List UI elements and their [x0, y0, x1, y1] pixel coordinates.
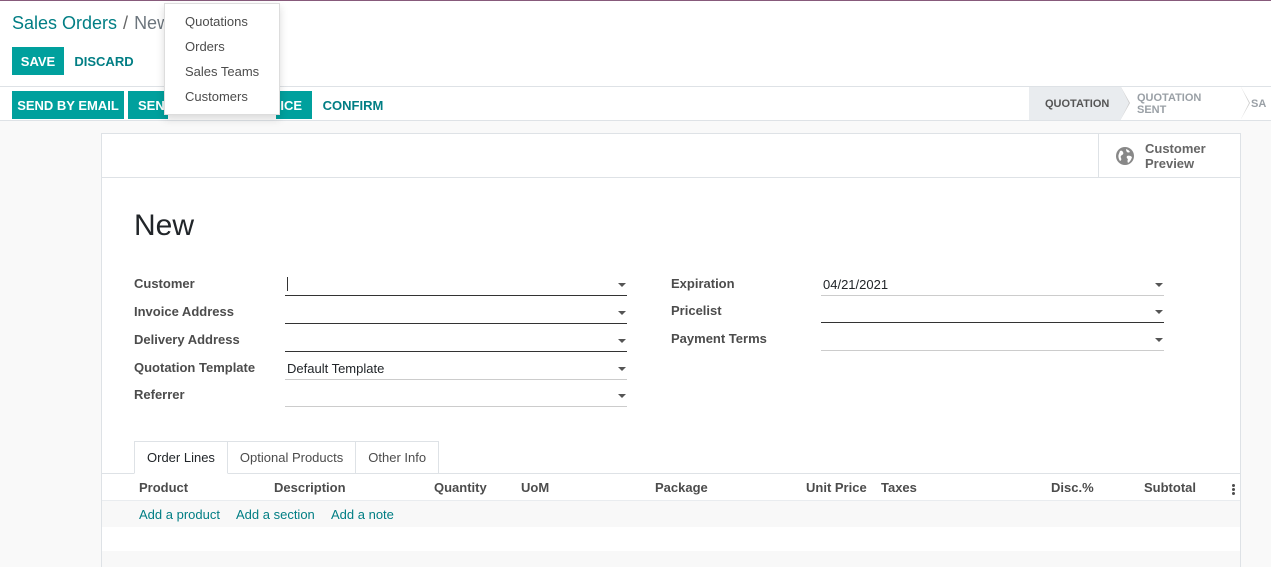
- globe-icon: [1116, 147, 1134, 165]
- expiration-value: 04/21/2021: [823, 277, 889, 292]
- chevron-down-icon[interactable]: [618, 282, 626, 287]
- stage-quotation-sent[interactable]: QUOTATION SENT: [1121, 87, 1250, 120]
- quotation-template-value: Default Template: [287, 361, 385, 376]
- invoice-address-field[interactable]: [285, 302, 627, 324]
- empty-row: [102, 527, 1240, 551]
- col-description[interactable]: Description: [274, 480, 346, 495]
- breadcrumb-sales-orders[interactable]: Sales Orders: [12, 13, 117, 33]
- button-box: Customer Preview: [102, 134, 1240, 178]
- col-package[interactable]: Package: [655, 480, 708, 495]
- text-cursor: [287, 277, 288, 291]
- chevron-down-icon[interactable]: [1155, 309, 1163, 314]
- chevron-down-icon[interactable]: [1155, 337, 1163, 342]
- label-referrer: Referrer: [134, 387, 185, 402]
- add-line-row: Add a product Add a section Add a note: [102, 501, 1240, 527]
- stage-sales-order-label: SA: [1251, 97, 1267, 110]
- menu-item-orders[interactable]: Orders: [165, 34, 279, 59]
- stage-arrow: [1241, 87, 1249, 119]
- referrer-field[interactable]: [285, 385, 627, 407]
- col-subtotal[interactable]: Subtotal: [1144, 480, 1196, 495]
- tab-order-lines[interactable]: Order Lines: [134, 441, 228, 474]
- customer-preview-line2: Preview: [1145, 156, 1195, 171]
- col-taxes[interactable]: Taxes: [881, 480, 917, 495]
- stage-quotation-sent-label: QUOTATION SENT: [1137, 91, 1202, 116]
- chevron-down-icon[interactable]: [1155, 282, 1163, 287]
- add-product-link[interactable]: Add a product: [139, 507, 220, 522]
- col-product[interactable]: Product: [139, 480, 188, 495]
- send-by-email-button[interactable]: SEND BY EMAIL: [12, 91, 124, 119]
- status-bar: QUOTATION QUOTATION SENT SA: [1029, 87, 1271, 120]
- label-pricelist: Pricelist: [671, 303, 722, 318]
- col-uom[interactable]: UoM: [521, 480, 549, 495]
- save-button[interactable]: SAVE: [12, 47, 64, 75]
- menu-item-quotations[interactable]: Quotations: [165, 9, 279, 34]
- label-invoice-address: Invoice Address: [134, 304, 234, 319]
- menu-item-customers[interactable]: Customers: [165, 84, 279, 109]
- payment-terms-field[interactable]: [821, 329, 1164, 351]
- quotation-template-field[interactable]: Default Template: [285, 358, 627, 380]
- chevron-down-icon[interactable]: [618, 310, 626, 315]
- label-quotation-template: Quotation Template: [134, 360, 256, 375]
- label-delivery-address: Delivery Address: [134, 332, 240, 347]
- discard-button[interactable]: DISCARD: [70, 47, 138, 75]
- pro-forma-invoice-button[interactable]: ICE: [276, 91, 312, 119]
- label-expiration: Expiration: [671, 276, 735, 291]
- col-discount[interactable]: Disc.%: [1051, 480, 1094, 495]
- confirm-button[interactable]: CONFIRM: [318, 91, 388, 119]
- sales-menu-dropdown: Quotations Orders Sales Teams Customers: [164, 3, 280, 115]
- optional-columns-icon[interactable]: [1232, 484, 1235, 495]
- form-sheet: Customer Preview New Customer Invoice Ad…: [101, 133, 1241, 567]
- label-payment-terms: Payment Terms: [671, 331, 767, 346]
- stage-arrow: [1121, 87, 1129, 119]
- empty-row: [102, 551, 1240, 567]
- breadcrumb-separator: /: [123, 13, 129, 33]
- breadcrumb: Sales Orders / New: [12, 13, 170, 34]
- stage-quotation-label: QUOTATION: [1045, 97, 1110, 110]
- chevron-down-icon[interactable]: [618, 393, 626, 398]
- col-quantity[interactable]: Quantity: [434, 480, 487, 495]
- customer-preview-button[interactable]: Customer Preview: [1098, 134, 1240, 178]
- label-customer: Customer: [134, 276, 195, 291]
- tab-other-info[interactable]: Other Info: [355, 441, 440, 474]
- tab-optional-products[interactable]: Optional Products: [226, 441, 357, 474]
- expiration-date-field[interactable]: 04/21/2021: [821, 274, 1164, 296]
- send-pro-forma-button[interactable]: SEN: [128, 91, 168, 119]
- menu-item-sales-teams[interactable]: Sales Teams: [165, 59, 279, 84]
- col-unit-price[interactable]: Unit Price: [806, 480, 867, 495]
- record-title: New: [134, 209, 195, 242]
- chevron-down-icon[interactable]: [618, 338, 626, 343]
- pricelist-field[interactable]: [821, 301, 1164, 323]
- order-lines-header: Product Description Quantity UoM Package…: [102, 474, 1240, 501]
- delivery-address-field[interactable]: [285, 330, 627, 352]
- chevron-down-icon[interactable]: [618, 366, 626, 371]
- add-note-link[interactable]: Add a note: [331, 507, 394, 522]
- add-section-link[interactable]: Add a section: [236, 507, 315, 522]
- stage-quotation[interactable]: QUOTATION: [1029, 87, 1130, 120]
- customer-preview-label: Customer Preview: [1145, 141, 1225, 171]
- customer-preview-line1: Customer: [1145, 141, 1206, 156]
- customer-field[interactable]: [285, 274, 627, 296]
- notebook-tabs: Order Lines Optional Products Other Info: [134, 441, 440, 474]
